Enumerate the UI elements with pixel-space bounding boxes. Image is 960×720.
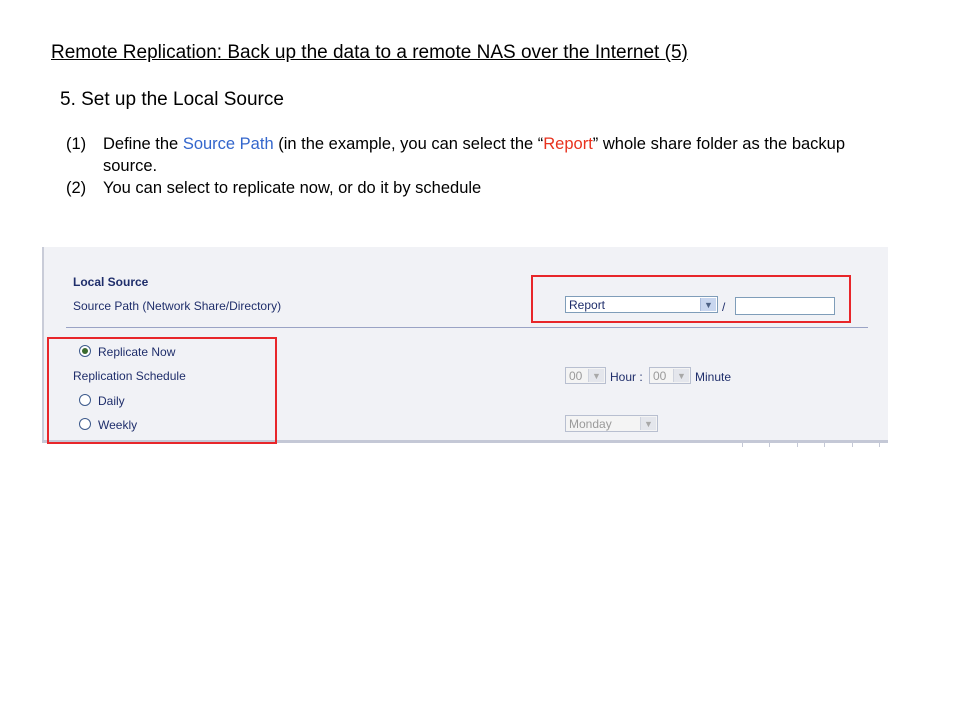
instruction-list: (1) Define the Source Path (in the examp… [66,133,886,199]
column-divider [797,441,798,447]
chevron-down-icon[interactable]: ▼ [640,417,656,430]
weekday-select[interactable]: Monday ▼ [565,415,658,432]
hour-value: 00 [569,369,583,383]
report-highlight: Report [543,135,593,153]
source-path-label: Source Path (Network Share/Directory) [73,299,282,313]
section-divider [66,327,868,328]
minute-label: Minute [695,370,732,384]
instruction-number: (2) [66,179,87,197]
instruction-text: You can select to replicate now, or do i… [103,179,482,197]
source-path-highlight: Source Path [182,135,274,153]
hour-select[interactable]: 00 ▼ [565,367,606,384]
instruction-number: (1) [66,135,87,153]
column-divider [879,441,880,447]
column-divider [769,441,770,447]
instruction-item: (1) Define the Source Path (in the examp… [66,133,886,177]
slide-title: Remote Replication: Back up the data to … [51,42,688,63]
minute-value: 00 [653,369,667,383]
source-path-annotation-box [531,275,851,323]
weekday-value: Monday [569,417,612,431]
instruction-text-part: (in the example, you can select the “ [273,135,544,153]
column-divider [742,441,743,447]
slide: Remote Replication: Back up the data to … [0,0,960,720]
instruction-item: (2) You can select to replicate now, or … [66,177,886,199]
column-divider [824,441,825,447]
chevron-down-icon[interactable]: ▼ [588,369,604,382]
chevron-down-icon[interactable]: ▼ [673,369,689,382]
schedule-annotation-box [47,337,277,444]
column-divider [852,441,853,447]
instruction-text: Define the Source Path (in the example, … [103,133,886,177]
step-heading: 5. Set up the Local Source [60,89,284,110]
instruction-text-part: Define the [103,135,183,153]
minute-select[interactable]: 00 ▼ [649,367,691,384]
panel-border [42,247,44,443]
hour-label: Hour : [610,370,643,384]
section-title: Local Source [73,275,149,289]
